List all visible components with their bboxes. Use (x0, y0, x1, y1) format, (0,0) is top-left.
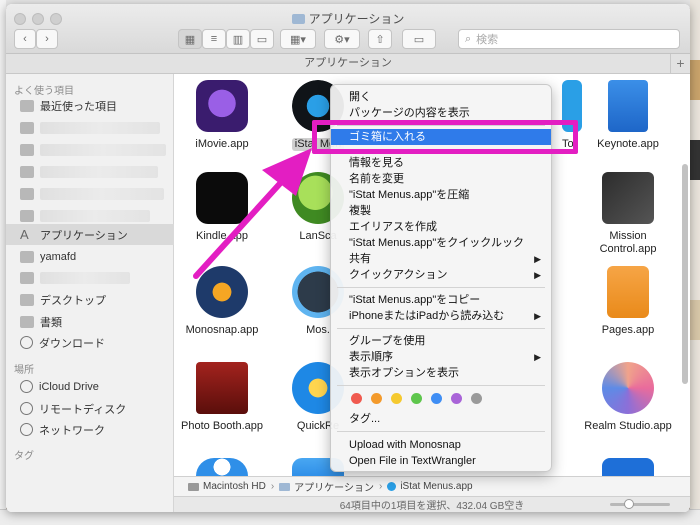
annotation-arrow-shaft (193, 175, 288, 279)
annotation-arrow-head (262, 148, 312, 196)
annotation-arrow (193, 148, 312, 279)
